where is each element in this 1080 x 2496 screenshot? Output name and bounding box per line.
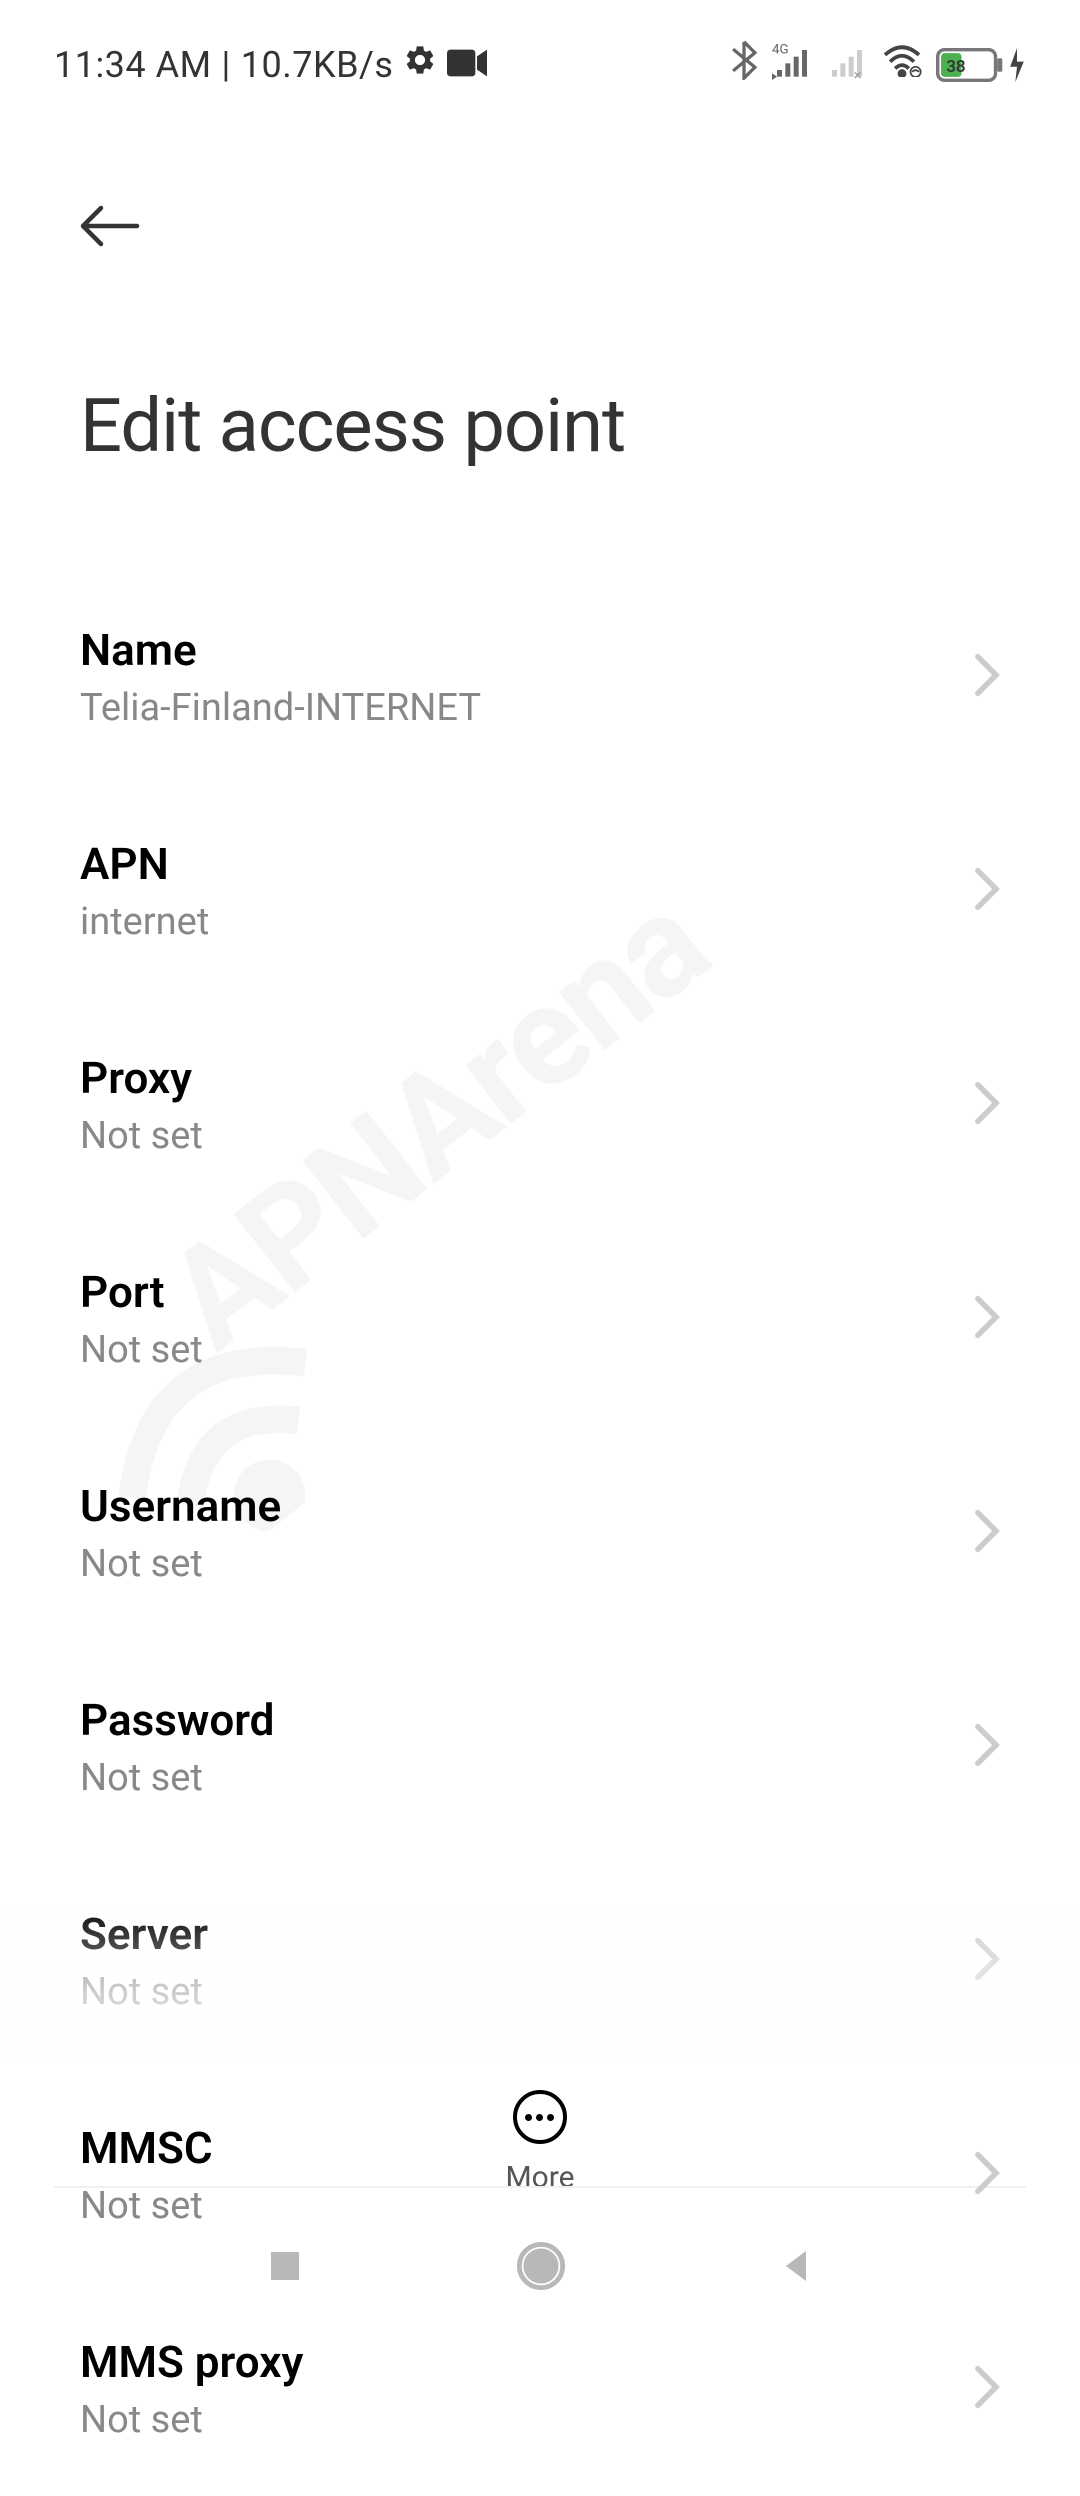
chevron-right-icon <box>974 1723 1000 1771</box>
chevron-right-icon <box>974 1081 1000 1129</box>
setting-text: Name Telia-Finland-INTERNET <box>80 624 481 730</box>
setting-label: APN <box>80 838 209 890</box>
setting-mms-proxy[interactable]: MMS proxy Not set <box>80 2282 1000 2496</box>
setting-text: APN internet <box>80 838 209 944</box>
status-bar: 11:34 AM | 10.7KB/s 4G <box>0 0 1080 113</box>
settings-list: Name Telia-Finland-INTERNET APN internet… <box>0 510 1080 2496</box>
setting-value: Not set <box>80 2398 303 2442</box>
status-right: 4G × <box>730 40 1026 89</box>
setting-server[interactable]: Server Not set <box>80 1854 1000 2068</box>
setting-text: Port Not set <box>80 1266 203 1372</box>
back-button[interactable] <box>80 203 1000 253</box>
status-time: 11:34 AM <box>54 44 212 86</box>
setting-apn[interactable]: APN internet <box>80 784 1000 998</box>
chevron-right-icon <box>974 2365 1000 2413</box>
setting-label: Port <box>80 1266 203 1318</box>
setting-label: Name <box>80 624 481 676</box>
setting-label: Password <box>80 1694 274 1746</box>
setting-port[interactable]: Port Not set <box>80 1212 1000 1426</box>
setting-value: Not set <box>80 1756 274 1800</box>
setting-label: Proxy <box>80 1052 203 1104</box>
setting-label: MMS proxy <box>80 2336 303 2388</box>
chevron-right-icon <box>974 867 1000 915</box>
setting-text: Server Not set <box>80 1908 208 2014</box>
chevron-right-icon <box>974 1509 1000 1557</box>
chevron-right-icon <box>974 1937 1000 1985</box>
setting-value: Not set <box>80 1542 281 1586</box>
setting-mmsc[interactable]: MMSC Not set <box>80 2068 1000 2282</box>
setting-value: Not set <box>80 2184 213 2228</box>
setting-label: Server <box>80 1908 208 1960</box>
wifi-icon <box>881 43 923 86</box>
setting-text: MMSC Not set <box>80 2122 213 2228</box>
header: Edit access point <box>0 113 1080 510</box>
svg-text:4G: 4G <box>772 42 789 57</box>
chevron-right-icon <box>974 653 1000 701</box>
gear-icon <box>403 43 437 86</box>
setting-password[interactable]: Password Not set <box>80 1640 1000 1854</box>
chevron-right-icon <box>974 1295 1000 1343</box>
setting-text: Username Not set <box>80 1480 281 1586</box>
bluetooth-icon <box>730 40 758 89</box>
setting-value: internet <box>80 900 209 944</box>
chevron-right-icon <box>974 2151 1000 2199</box>
svg-text:38: 38 <box>946 56 965 76</box>
setting-name[interactable]: Name Telia-Finland-INTERNET <box>80 570 1000 784</box>
battery-icon: 38 <box>936 48 1026 82</box>
svg-text:×: × <box>854 66 862 80</box>
setting-value: Not set <box>80 1970 208 2014</box>
status-left: 11:34 AM | 10.7KB/s <box>54 43 487 86</box>
setting-label: Username <box>80 1480 281 1532</box>
page-title: Edit access point <box>80 383 1000 470</box>
signal-4g-icon: 4G <box>771 40 813 89</box>
setting-value: Telia-Finland-INTERNET <box>80 686 481 730</box>
setting-username[interactable]: Username Not set <box>80 1426 1000 1640</box>
setting-text: Password Not set <box>80 1694 274 1800</box>
signal-no-sim-icon: × <box>826 40 868 89</box>
setting-text: MMS proxy Not set <box>80 2336 303 2442</box>
camera-icon <box>447 44 487 86</box>
setting-proxy[interactable]: Proxy Not set <box>80 998 1000 1212</box>
setting-value: Not set <box>80 1114 203 1158</box>
setting-text: Proxy Not set <box>80 1052 203 1158</box>
setting-value: Not set <box>80 1328 203 1372</box>
setting-label: MMSC <box>80 2122 213 2174</box>
status-separator: | <box>222 44 231 86</box>
status-data-rate: 10.7KB/s <box>241 44 394 86</box>
